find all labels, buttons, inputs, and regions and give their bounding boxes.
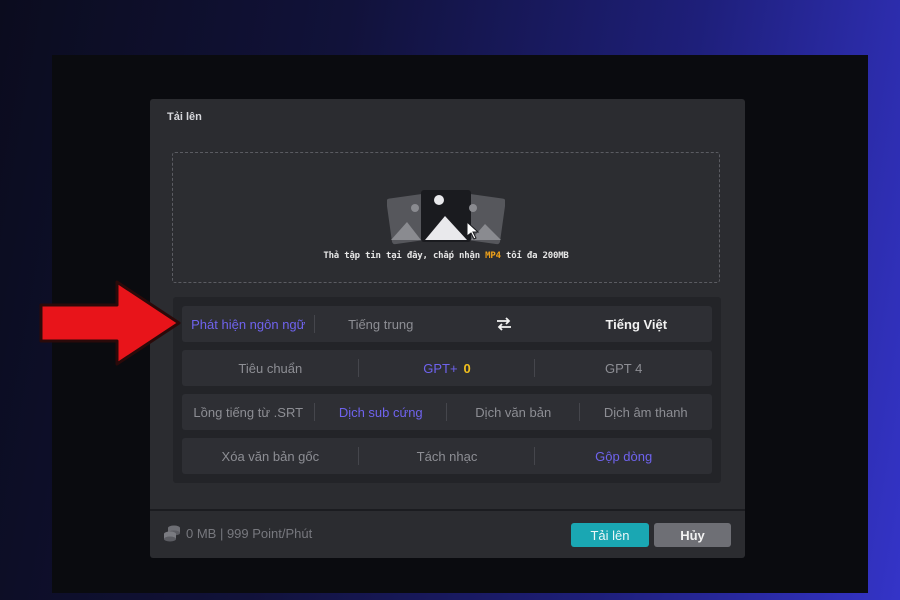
model-standard-option[interactable]: Tiêu chuẩn <box>182 350 359 386</box>
swap-languages-button[interactable] <box>447 306 561 342</box>
model-gpt4-option[interactable]: GPT 4 <box>535 350 712 386</box>
gpt-plus-count: 0 <box>463 360 471 376</box>
usage-info: 0 MB | 999 Point/Phút <box>163 524 312 542</box>
mode-translate-audio-option[interactable]: Dịch âm thanh <box>580 394 713 430</box>
remove-original-text-option[interactable]: Xóa văn bản gốc <box>182 438 359 474</box>
mp4-format-label: MP4 <box>485 251 501 261</box>
upload-dialog: Tải lên Thả tập tin tại đây, chấp nhận M… <box>150 99 745 558</box>
detect-language-option[interactable]: Phát hiện ngôn ngữ <box>182 306 315 342</box>
mode-translate-text-option[interactable]: Dịch văn bản <box>447 394 580 430</box>
options-panel: Phát hiện ngôn ngữ Tiếng trung Tiếng Việ… <box>173 297 721 483</box>
mode-row: Lồng tiếng từ .SRT Dịch sub cứng Dịch vă… <box>182 394 712 430</box>
split-music-option[interactable]: Tách nhạc <box>359 438 536 474</box>
swap-arrows-icon <box>496 317 511 331</box>
upload-button[interactable]: Tải lên <box>571 523 649 547</box>
model-row: Tiêu chuẩn GPT+ 0 GPT 4 <box>182 350 712 386</box>
merge-lines-option[interactable]: Gộp dòng <box>535 438 712 474</box>
cancel-button[interactable]: Hủy <box>654 523 731 547</box>
model-gpt-plus-option[interactable]: GPT+ 0 <box>359 350 536 386</box>
mode-hard-sub-option[interactable]: Dịch sub cứng <box>315 394 448 430</box>
mode-dub-srt-option[interactable]: Lồng tiếng từ .SRT <box>182 394 315 430</box>
target-language-select[interactable]: Tiếng Việt <box>561 306 712 342</box>
gpt-plus-label: GPT+ <box>423 360 458 376</box>
coins-icon <box>164 525 180 542</box>
language-row: Phát hiện ngôn ngữ Tiếng trung Tiếng Việ… <box>182 306 712 342</box>
extra-options-row: Xóa văn bản gốc Tách nhạc Gộp dòng <box>182 438 712 474</box>
dropzone-instructions: Thả tập tin tại đây, chấp nhận MP4 tối đ… <box>323 251 569 261</box>
source-language-select[interactable]: Tiếng trung <box>315 306 448 342</box>
usage-info-text: 0 MB | 999 Point/Phút <box>186 525 313 541</box>
image-upload-icon <box>387 190 505 245</box>
dialog-title: Tải lên <box>167 111 202 123</box>
file-dropzone[interactable]: Thả tập tin tại đây, chấp nhận MP4 tối đ… <box>172 152 720 283</box>
red-arrow-annotation-icon <box>39 280 181 366</box>
dialog-footer: 0 MB | 999 Point/Phút Tải lên Hủy <box>150 509 745 558</box>
